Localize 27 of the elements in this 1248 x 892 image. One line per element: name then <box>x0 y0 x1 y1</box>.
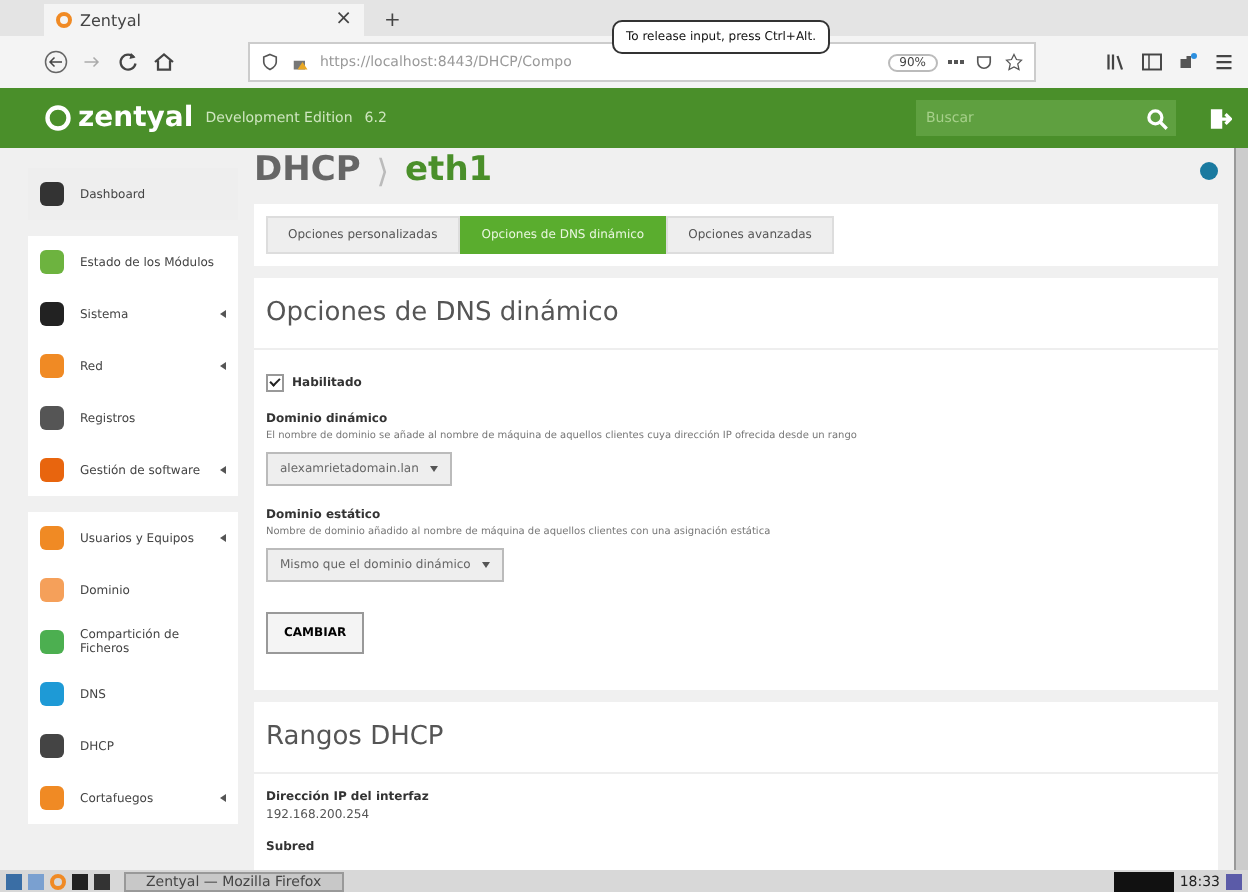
menu-icon[interactable] <box>1212 50 1236 74</box>
new-tab-button[interactable]: + <box>376 12 409 36</box>
home-icon[interactable] <box>152 50 176 74</box>
pocket-icon[interactable] <box>974 52 994 72</box>
library-icon[interactable] <box>1104 50 1128 74</box>
caret-icon <box>482 562 491 568</box>
checkbox[interactable] <box>266 374 284 392</box>
back-icon[interactable] <box>44 50 68 74</box>
tray-box <box>1113 871 1174 891</box>
tab-title: Zentyal <box>80 11 143 29</box>
close-tab-button[interactable]: × <box>335 10 352 30</box>
logo-icon <box>44 104 72 132</box>
breadcrumb-separator: ⟩ <box>376 151 390 189</box>
browser-tab[interactable]: Zentyal × <box>44 4 364 36</box>
section-title: Opciones de DNS dinámico <box>254 278 1218 350</box>
scrollbar[interactable] <box>1234 148 1248 870</box>
section-title: Rangos DHCP <box>254 702 1218 774</box>
logout-icon[interactable] <box>1206 105 1232 131</box>
caret-icon <box>430 466 439 472</box>
shield-icon <box>260 52 280 72</box>
sidebar-icon[interactable] <box>1140 50 1164 74</box>
star-icon[interactable] <box>1004 52 1024 72</box>
breadcrumb-link[interactable]: DHCP <box>254 150 361 190</box>
reload-icon[interactable] <box>116 50 140 74</box>
zentyal-logo-icon <box>56 12 72 28</box>
page-title: eth1 <box>405 150 493 190</box>
logo-text: zentyal <box>78 102 194 134</box>
